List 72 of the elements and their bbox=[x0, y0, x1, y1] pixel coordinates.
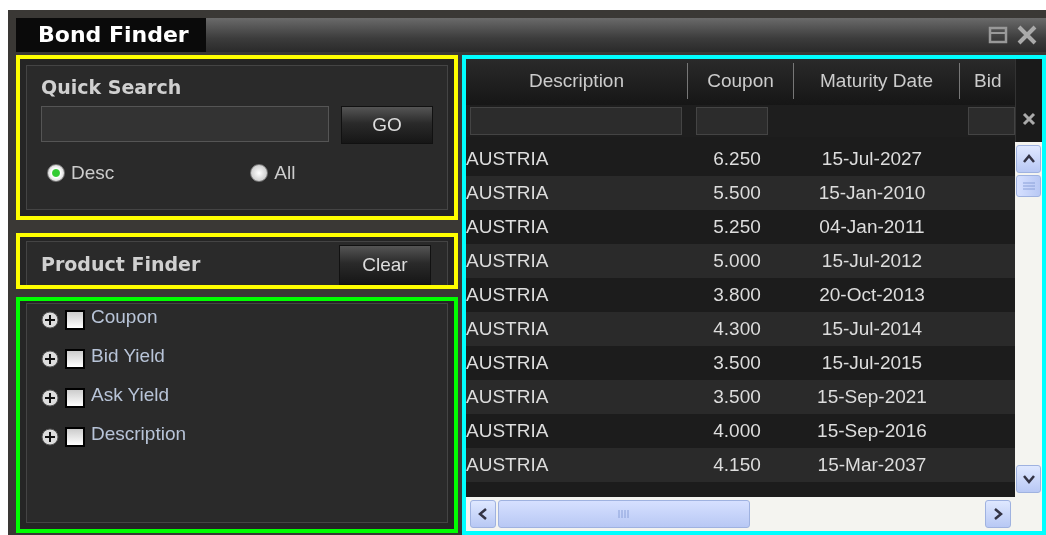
panel-title: Product Finder bbox=[41, 252, 201, 275]
scroll-right-button[interactable] bbox=[985, 500, 1011, 528]
chevron-right-icon bbox=[992, 507, 1004, 521]
filter-field[interactable] bbox=[968, 107, 1015, 135]
scroll-down-button[interactable] bbox=[1016, 465, 1041, 493]
table-cell-text: 04-Jan-2011 bbox=[818, 216, 926, 238]
tree-item[interactable]: Bid Yield bbox=[91, 344, 165, 367]
scrollbar-thumb[interactable] bbox=[1016, 175, 1041, 197]
scroll-left-button[interactable] bbox=[470, 500, 496, 528]
column-header[interactable]: Maturity Date bbox=[794, 63, 960, 99]
table-cell-text: AUSTRIA bbox=[466, 284, 550, 306]
table-cell-text: AUSTRIA bbox=[466, 148, 550, 170]
table-cell-text: 6.250 bbox=[712, 148, 762, 170]
table-cell-text: AUSTRIA bbox=[466, 386, 550, 408]
table-cell-text: AUSTRIA bbox=[466, 182, 550, 204]
table-cell-text: 15-Jul-2014 bbox=[820, 318, 924, 340]
expand-icon[interactable] bbox=[41, 310, 59, 329]
table-cell-text: 5.000 bbox=[712, 250, 762, 272]
table-cell-text: AUSTRIA bbox=[466, 454, 550, 476]
checkbox[interactable] bbox=[65, 348, 85, 369]
table-cell-text: AUSTRIA bbox=[466, 420, 550, 442]
radio-option[interactable]: Desc bbox=[47, 162, 115, 184]
scroll-up-button[interactable] bbox=[1016, 145, 1041, 173]
table-cell-text: AUSTRIA bbox=[466, 318, 550, 340]
clear-button[interactable]: Clear bbox=[339, 245, 431, 285]
tree-item[interactable]: Ask Yield bbox=[91, 383, 170, 406]
checkbox[interactable] bbox=[65, 309, 85, 330]
chevron-up-icon bbox=[1021, 153, 1036, 165]
search-field[interactable] bbox=[41, 106, 329, 142]
table-cell-text: 15-Sep-2021 bbox=[816, 386, 928, 408]
expand-icon[interactable] bbox=[41, 349, 59, 368]
radio-option[interactable]: All bbox=[250, 162, 296, 184]
table-cell-text: AUSTRIA bbox=[466, 352, 550, 374]
scrollbar-thumb[interactable] bbox=[498, 500, 750, 528]
panel-title: Quick Search bbox=[41, 76, 183, 98]
table-cell-text: 3.500 bbox=[712, 352, 762, 374]
tree-item[interactable]: Coupon bbox=[91, 305, 158, 328]
expand-icon[interactable] bbox=[41, 427, 59, 446]
table-cell-text: 15-Sep-2016 bbox=[816, 420, 928, 442]
filter-field[interactable] bbox=[470, 107, 682, 135]
checkbox[interactable] bbox=[65, 387, 85, 408]
table-cell-text: 4.150 bbox=[712, 454, 762, 476]
table-cell-text: 5.500 bbox=[712, 182, 762, 204]
column-header[interactable]: Coupon bbox=[688, 63, 794, 99]
chevron-left-icon bbox=[477, 507, 489, 521]
table-cell-text: 20-Oct-2013 bbox=[818, 284, 926, 306]
chevron-down-icon bbox=[1021, 473, 1036, 485]
go-button[interactable]: GO bbox=[341, 106, 433, 144]
filter-field[interactable] bbox=[696, 107, 768, 135]
table-cell-text: 4.000 bbox=[712, 420, 762, 442]
table-cell-text: 5.250 bbox=[712, 216, 762, 238]
table-cell-text: 15-Jul-2027 bbox=[820, 148, 924, 170]
clear-filter-icon[interactable] bbox=[1022, 111, 1036, 126]
close-icon[interactable] bbox=[1016, 24, 1038, 46]
vertical-scrollbar[interactable] bbox=[1015, 142, 1042, 531]
expand-icon[interactable] bbox=[41, 388, 59, 407]
table-cell-text: 15-Jul-2012 bbox=[820, 250, 924, 272]
table-cell-text: AUSTRIA bbox=[466, 216, 550, 238]
window-title: Bond Finder bbox=[16, 18, 206, 52]
table-cell-text: 4.300 bbox=[712, 318, 762, 340]
table-cell-text: AUSTRIA bbox=[466, 250, 550, 272]
column-header[interactable]: Bid bbox=[960, 63, 1015, 99]
column-header[interactable]: Description bbox=[466, 63, 688, 99]
table-cell-text: 15-Mar-2037 bbox=[816, 454, 928, 476]
table-cell-text: 3.500 bbox=[712, 386, 762, 408]
horizontal-scrollbar[interactable] bbox=[466, 497, 1015, 531]
table-cell-text: 15-Jan-2010 bbox=[817, 182, 927, 204]
tree-item[interactable]: Description bbox=[91, 422, 187, 445]
restore-icon[interactable] bbox=[988, 25, 1008, 45]
table-cell-text: 3.800 bbox=[712, 284, 762, 306]
checkbox[interactable] bbox=[65, 426, 85, 447]
table-cell-text: 15-Jul-2015 bbox=[820, 352, 924, 374]
